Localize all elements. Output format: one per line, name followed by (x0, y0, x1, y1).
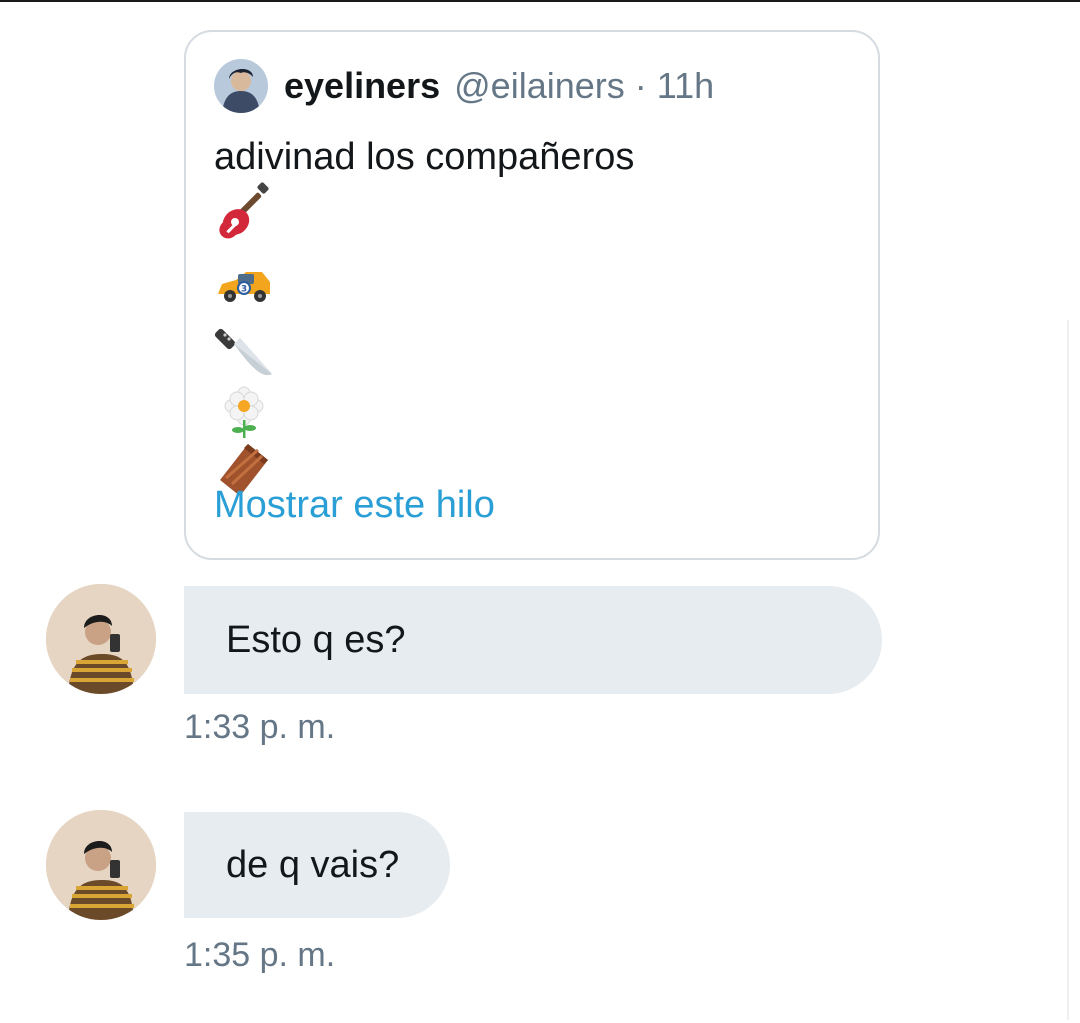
tweet-text: adivinad los compañeros (214, 136, 635, 178)
flower-icon (224, 386, 264, 438)
message-timestamp: 1:33 p. m. (184, 708, 336, 746)
sender-avatar[interactable] (46, 810, 156, 920)
message-text: de q vais? (226, 843, 400, 886)
message-timestamp: 1:35 p. m. (184, 936, 336, 974)
knife-icon (214, 328, 272, 376)
tweet-header: eyeliners @eilainers · 11h (214, 58, 714, 114)
race-car-icon: 3 (218, 272, 270, 302)
message-bubble[interactable]: de q vais? (184, 812, 450, 918)
message-text: Esto q es? (226, 618, 406, 661)
message-bubble[interactable]: Esto q es? (184, 586, 882, 694)
scrollbar-track[interactable] (1067, 320, 1069, 1020)
show-thread-link[interactable]: Mostrar este hilo (214, 484, 495, 527)
svg-text:3: 3 (241, 285, 247, 295)
sender-avatar[interactable] (46, 584, 156, 694)
tweet-author-handle-time: @eilainers · 11h (454, 65, 715, 106)
guitar-icon (219, 182, 269, 239)
tweet-author-avatar[interactable] (214, 59, 268, 113)
quoted-tweet-card[interactable]: eyeliners @eilainers · 11h adivinad los … (184, 30, 880, 560)
top-divider (0, 0, 1080, 2)
tweet-author-name[interactable]: eyeliners (284, 65, 440, 107)
